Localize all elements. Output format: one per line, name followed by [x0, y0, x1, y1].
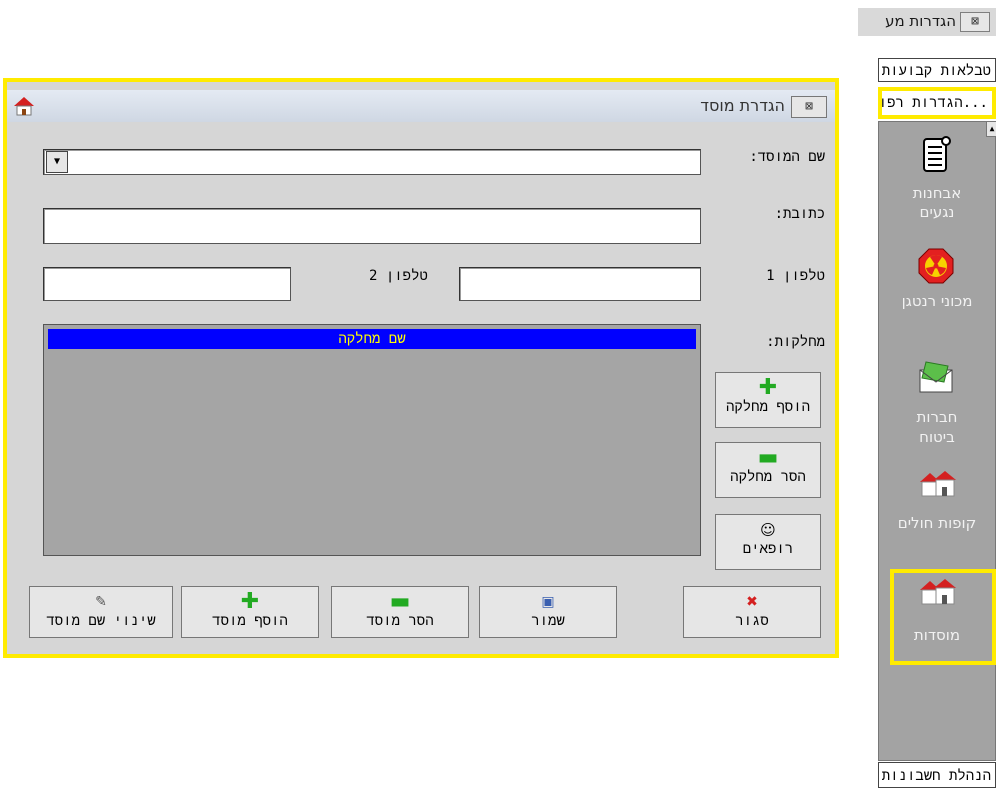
- close-window-icon: ✖: [746, 594, 758, 610]
- dialog-titlebar: הגדרת מוסד ⊠: [7, 90, 835, 122]
- edit-pencil-icon: ✎: [95, 594, 107, 610]
- doctor-icon: ☺: [760, 521, 776, 539]
- dialog-body: שם המוסד: ▼ כתובת: טלפון 1 טלפון 2 מחלקו…: [7, 122, 835, 654]
- add-department-button[interactable]: ✚ הוסף מחלקה: [715, 372, 821, 428]
- departments-list[interactable]: שם מחלקה: [43, 324, 701, 556]
- side-panel: הגדרות מע ⊠ טבלאות קבועות ...הגדרות רפוא…: [858, 0, 996, 798]
- close-label: סגור: [735, 613, 769, 629]
- side-tab-medical-settings[interactable]: ...הגדרות רפואי: [878, 87, 996, 119]
- houses-icon: [918, 470, 956, 506]
- address-label: כתובת:: [774, 206, 825, 222]
- phone1-label: טלפון 1: [766, 268, 825, 284]
- side-scroll-up-button[interactable]: ▲: [986, 121, 996, 137]
- side-tab-fixed-tables[interactable]: טבלאות קבועות: [878, 58, 996, 82]
- add-department-label: הוסף מחלקה: [725, 399, 811, 415]
- radiation-icon: [918, 248, 954, 284]
- home-icon[interactable]: [13, 95, 35, 117]
- scroll-icon: [918, 135, 954, 172]
- dropdown-arrow-icon[interactable]: ▼: [46, 151, 68, 173]
- plus-icon: ✚: [758, 375, 778, 400]
- add-institution-button[interactable]: ✚ הוסף מוסד: [181, 586, 319, 638]
- remove-department-button[interactable]: ▬ הסר מחלקה: [715, 442, 821, 498]
- side-tab-accounting[interactable]: הנהלת חשבונות: [878, 762, 996, 788]
- institution-dialog: הגדרת מוסד ⊠ שם המוסד: ▼ כתובת: טלפון 1 …: [3, 78, 839, 658]
- side-item-insurance-companies[interactable]: חברות ביטוח: [878, 407, 996, 447]
- phone2-field[interactable]: [43, 267, 291, 301]
- close-button[interactable]: ✖ סגור: [683, 586, 821, 638]
- save-label: שמור: [531, 613, 565, 629]
- institution-name-combobox[interactable]: ▼: [43, 149, 701, 175]
- floppy-disk-icon: ▣: [541, 594, 555, 610]
- departments-label: מחלקות:: [766, 334, 825, 350]
- institution-name-label: שם המוסד:: [749, 149, 825, 165]
- plus-icon: ✚: [240, 589, 260, 614]
- side-panel-close-button[interactable]: ⊠: [960, 12, 990, 32]
- remove-institution-label: הסר מוסד: [366, 613, 434, 629]
- side-panel-title: הגדרות מע: [885, 12, 956, 30]
- rename-institution-label: שינוי שם מוסד: [46, 613, 156, 629]
- side-item-health-funds[interactable]: קופות חולים: [878, 514, 996, 532]
- save-button[interactable]: ▣ שמור: [479, 586, 617, 638]
- doctors-button[interactable]: ☺ רופאים: [715, 514, 821, 570]
- phone2-label: טלפון 2: [369, 268, 428, 284]
- department-name-column-header[interactable]: שם מחלקה: [48, 329, 696, 349]
- money-envelope-icon: [918, 360, 954, 396]
- phone1-field[interactable]: [459, 267, 701, 301]
- side-item-diagnoses[interactable]: אבחנות נגעים: [878, 184, 996, 222]
- minus-icon: ▬: [389, 589, 411, 614]
- remove-institution-button[interactable]: ▬ הסר מוסד: [331, 586, 469, 638]
- side-panel-titlebar: הגדרות מע ⊠: [858, 8, 996, 36]
- side-item-xray-institutes[interactable]: מכוני רנטגן: [878, 292, 996, 310]
- dialog-close-button[interactable]: ⊠: [791, 96, 827, 118]
- address-field[interactable]: [43, 208, 701, 244]
- doctors-label: רופאים: [742, 541, 794, 557]
- rename-institution-button[interactable]: ✎ שינוי שם מוסד: [29, 586, 173, 638]
- remove-department-label: הסר מחלקה: [730, 469, 806, 485]
- dialog-title: הגדרת מוסד: [700, 96, 785, 115]
- add-institution-label: הוסף מוסד: [212, 613, 288, 629]
- minus-icon: ▬: [757, 445, 779, 470]
- highlight-frame: [890, 569, 996, 665]
